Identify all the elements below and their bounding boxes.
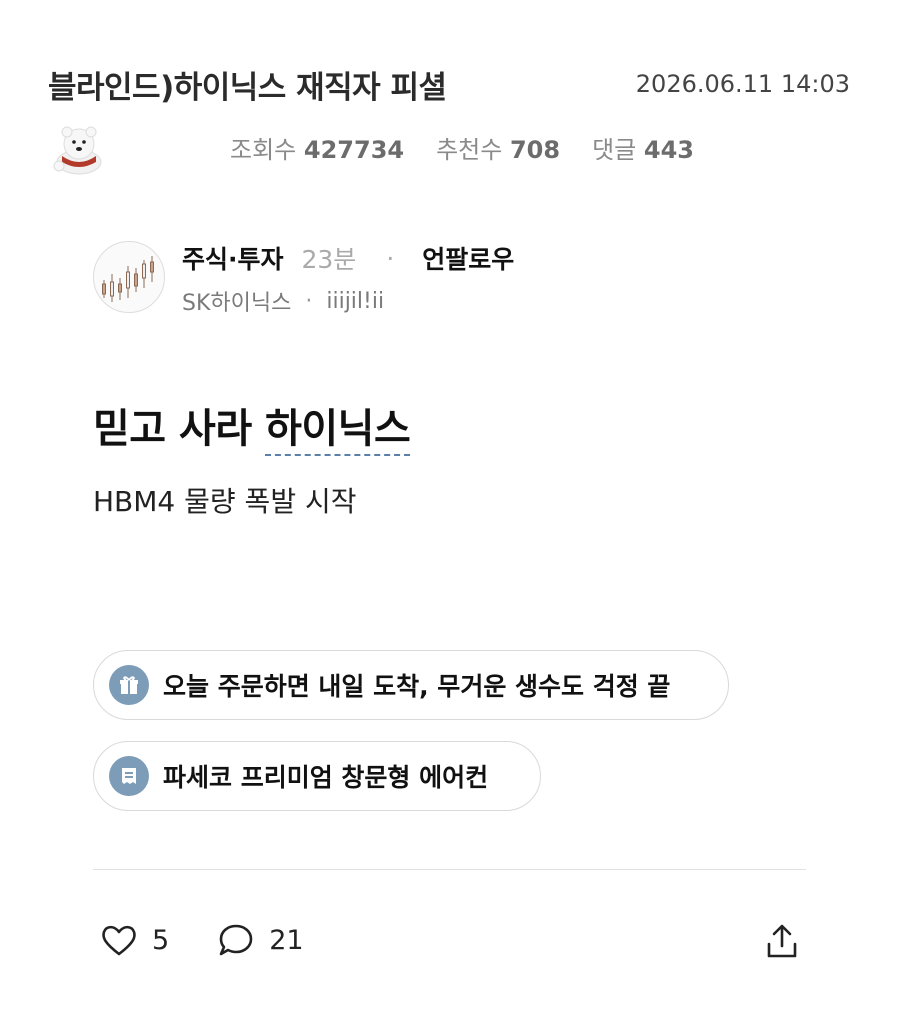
divider <box>93 869 806 870</box>
comment-count: 21 <box>269 924 304 956</box>
gift-icon <box>109 665 149 705</box>
separator-dot: · <box>386 243 395 273</box>
ad-chip-aircon[interactable]: 파세코 프리미엄 창문형 에어컨 <box>93 741 541 811</box>
chip-label: 파세코 프리미엄 창문형 에어컨 <box>163 763 489 792</box>
likes-stat: 추천수 708 <box>436 136 561 164</box>
post-time: 23분 <box>301 245 357 274</box>
like-count: 5 <box>152 924 170 956</box>
share-icon <box>767 924 797 958</box>
share-button[interactable] <box>764 922 800 960</box>
keyword-link[interactable]: 하이닉스 <box>265 406 411 456</box>
separator-dot: · <box>305 288 313 314</box>
candlestick-chart-icon <box>102 256 154 302</box>
views-stat: 조회수 427734 <box>230 136 405 164</box>
author-info: SK하이닉스 · iiijil!ii <box>182 285 384 317</box>
comment-bubble-icon <box>219 924 253 956</box>
heart-icon <box>102 925 136 956</box>
category-label[interactable]: 주식·투자 <box>182 240 284 276</box>
ad-chip-delivery[interactable]: 오늘 주문하면 내일 도착, 무거운 생수도 걱정 끝 <box>93 650 729 720</box>
author-avatar[interactable] <box>93 241 165 313</box>
post-title: 블라인드)하이닉스 재직자 피셜 <box>48 70 447 106</box>
comment-button[interactable]: 21 <box>217 922 304 958</box>
author-nickname: iiijil!ii <box>326 288 385 314</box>
post-body: HBM4 물량 폭발 시작 <box>93 485 357 518</box>
unfollow-button[interactable]: 언팔로우 <box>422 240 514 276</box>
author-meta: 주식·투자 23분 · 언팔로우 <box>182 240 514 276</box>
post-date: 2026.06.11 14:03 <box>635 70 850 98</box>
company-name: SK하이닉스 <box>182 291 292 316</box>
post-stats: 조회수 427734 추천수 708 댓글 443 <box>230 130 694 165</box>
like-button[interactable]: 5 <box>100 923 169 957</box>
post-headline: 믿고 사라 하이닉스 <box>93 396 411 456</box>
comments-stat: 댓글 443 <box>592 136 695 164</box>
receipt-icon <box>109 756 149 796</box>
action-bar: 5 21 <box>100 922 304 958</box>
mascot-bear-icon <box>50 122 108 176</box>
chip-label: 오늘 주문하면 내일 도착, 무거운 생수도 걱정 끝 <box>163 672 671 701</box>
